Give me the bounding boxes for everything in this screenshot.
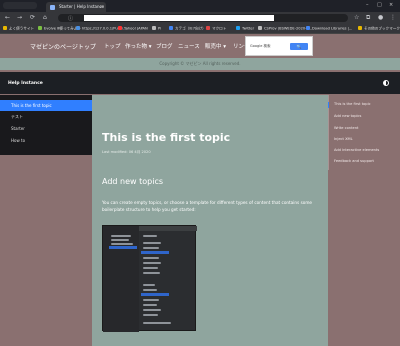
help-title[interactable]: Help Instance — [8, 81, 43, 86]
toc-item-feedback[interactable]: Feedback and support — [334, 159, 374, 163]
bookmark-label: マクロト — [212, 26, 227, 31]
bookmark-label: よく使うサイト — [9, 26, 35, 31]
forward-icon[interactable]: → — [17, 14, 22, 21]
search-button[interactable]: 🔍 — [290, 43, 308, 50]
puzzle-icon[interactable]: ⧉ — [366, 14, 370, 22]
close-window-icon[interactable]: × — [389, 2, 393, 8]
toc-item-first-topic[interactable]: This is the first topic — [334, 102, 371, 106]
toc-item-write-content[interactable]: Write content — [334, 126, 358, 130]
bookmarks-bar: よく使うサイト Evolve Ⅲ使ってみよう https://127.0.0.1/P… — [0, 24, 400, 34]
menu-item-news[interactable]: ニュース — [178, 42, 200, 50]
toc-active-indicator — [328, 102, 329, 108]
tab-close-icon[interactable]: × — [100, 4, 103, 9]
address-bar[interactable]: ⓘ — [58, 14, 348, 22]
bookmark-favicon-icon — [38, 26, 42, 30]
bookmark-item[interactable]: その他のブックマーク — [358, 26, 400, 32]
browser-tab[interactable]: Starter | Help Instance × — [46, 2, 106, 12]
favicon-icon — [50, 5, 55, 10]
bookmark-item[interactable]: よく使うサイト — [3, 26, 34, 32]
help-content: This is the first topic Last modified: 0… — [92, 95, 328, 346]
bookmark-label: Twitter — [242, 26, 255, 31]
site-title[interactable]: マゼピンのページトップ — [30, 42, 96, 51]
help-header: Help Instance — [0, 72, 400, 94]
site-header: マゼピンのページトップ トップ 作った物 ▾ ブログ ニュース 販売中 ▾ リン… — [0, 34, 400, 56]
menu-item-top[interactable]: トップ — [104, 42, 121, 50]
bookmark-label: その他のブックマーク — [364, 26, 400, 31]
menu-icon[interactable]: ⋮ — [390, 14, 396, 21]
bookmark-item[interactable]: Yahoo! JAPAN — [118, 26, 148, 31]
bookmark-item[interactable]: Pi — [152, 26, 161, 31]
google-search-logo: Google 検索 — [250, 44, 271, 48]
menu-item-shop[interactable]: 販売中 ▾ — [205, 42, 226, 50]
tab-search-button[interactable] — [3, 2, 37, 9]
bookmark-favicon-icon — [152, 26, 156, 30]
bookmark-item[interactable]: カテゴ（IE7向け）- — [169, 26, 207, 32]
minimize-icon[interactable]: – — [366, 2, 369, 8]
bookmark-favicon-icon — [169, 26, 173, 30]
section-paragraph: You can create empty topics, or choose a… — [102, 200, 312, 212]
last-modified: Last modified: 06 4月 2020 — [102, 150, 151, 154]
sidebar-item-first-topic[interactable]: This is the first topic — [0, 100, 92, 111]
bookmark-favicon-icon — [206, 26, 210, 30]
google-search-box[interactable]: Google 検索 🔍 — [245, 36, 313, 56]
extensions-icon[interactable]: ☆ — [354, 14, 359, 21]
bookmark-favicon-icon — [3, 26, 7, 30]
page-title: This is the first topic — [102, 131, 231, 144]
theme-toggle-icon[interactable] — [383, 80, 389, 86]
copyright-bar: Copyright © マゼピン All rights reserved. — [0, 58, 400, 70]
toc-item-add-new-topics[interactable]: Add new topics — [334, 114, 361, 118]
menu-item-works[interactable]: 作った物 ▾ — [125, 42, 152, 50]
bookmark-favicon-icon — [258, 26, 262, 30]
back-icon[interactable]: ← — [5, 14, 10, 21]
tab-title: Starter | Help Instance — [59, 4, 105, 9]
bookmark-favicon-icon — [358, 26, 362, 30]
sidebar-item-how-to[interactable]: How to — [0, 135, 92, 146]
profile-icon[interactable]: ● — [378, 14, 383, 21]
bookmark-favicon-icon — [236, 26, 240, 30]
browser-tab-strip: Starter | Help Instance × – □ × — [0, 0, 400, 12]
maximize-icon[interactable]: □ — [377, 2, 382, 8]
bookmark-label: CSProv (BSWEDE-2020-1... — [264, 26, 313, 31]
lock-icon: ⓘ — [68, 16, 74, 22]
bookmark-label: Download Libraries |... — [312, 26, 353, 31]
bookmark-favicon-icon — [118, 26, 122, 30]
bookmark-label: カテゴ（IE7向け）- — [175, 26, 208, 31]
table-of-contents: This is the first topic Add new topics W… — [328, 95, 400, 346]
bookmark-label: Pi — [158, 26, 162, 31]
bookmark-favicon-icon — [306, 26, 310, 30]
bookmark-item[interactable]: Evolve Ⅲ使ってみよう — [38, 26, 81, 32]
toc-item-interactive-elements[interactable]: Add interactive elements — [334, 148, 379, 152]
reload-icon[interactable]: ⟳ — [30, 14, 35, 21]
address-url-redacted — [84, 15, 274, 21]
bookmark-item[interactable]: Download Libraries |... — [306, 26, 352, 31]
bookmark-item[interactable]: Twitter — [236, 26, 254, 31]
toc-item-inject-xml[interactable]: Inject XML — [334, 137, 353, 141]
bookmark-item[interactable]: CSProv (BSWEDE-2020-1... — [258, 26, 312, 31]
help-sidebar: This is the first topic テスト Starter How … — [0, 95, 92, 155]
bookmark-favicon-icon — [76, 26, 80, 30]
ide-screenshot-image — [102, 225, 197, 332]
section-heading: Add new topics — [102, 177, 164, 186]
sidebar-item-test[interactable]: テスト — [0, 111, 92, 122]
sidebar-item-starter[interactable]: Starter — [0, 123, 92, 134]
bookmark-label: Yahoo! JAPAN — [124, 26, 148, 31]
home-icon[interactable]: ⌂ — [43, 14, 47, 21]
browser-toolbar: ← → ⟳ ⌂ ⓘ ☆ ⧉ ● ⋮ — [0, 12, 400, 24]
menu-item-blog[interactable]: ブログ — [156, 42, 173, 50]
bookmark-item[interactable]: マクロト — [206, 26, 226, 32]
